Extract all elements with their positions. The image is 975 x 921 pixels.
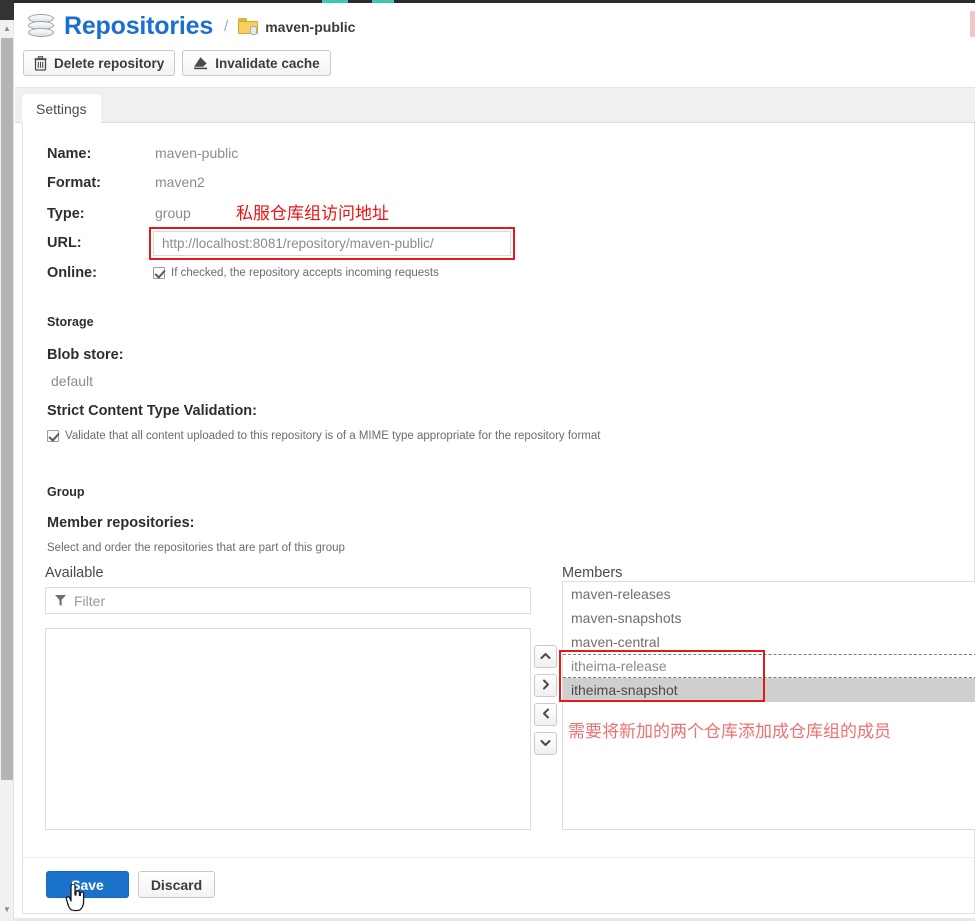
list-item[interactable]: itheima-snapshot xyxy=(563,678,975,702)
member-label: maven-central xyxy=(571,634,660,650)
folder-repository-icon xyxy=(238,18,258,35)
save-button[interactable]: Save xyxy=(46,871,129,898)
breadcrumb: Repositories / maven-public xyxy=(28,12,355,41)
form-footer: Save Discard xyxy=(23,857,974,913)
list-item[interactable]: maven-snapshots xyxy=(563,606,975,630)
field-format: Format: maven2 xyxy=(47,174,205,191)
field-url-label: URL: xyxy=(47,235,155,251)
field-type-label: Type: xyxy=(47,206,155,222)
list-item[interactable]: maven-central xyxy=(563,630,975,654)
nexus-repository-settings-screen: ▲ ▼ Repositories / maven-public xyxy=(0,0,975,921)
member-repositories-label: Member repositories: xyxy=(47,515,194,531)
trash-icon xyxy=(34,56,47,71)
eraser-icon xyxy=(193,56,208,70)
chevron-up-icon xyxy=(540,651,551,663)
member-label: maven-snapshots xyxy=(571,610,682,626)
field-online-label: Online: xyxy=(47,265,155,281)
field-name-value: maven-public xyxy=(155,145,238,161)
group-section-title: Group xyxy=(47,485,85,499)
breadcrumb-current: maven-public xyxy=(265,19,355,35)
field-url: URL: xyxy=(47,235,155,251)
field-type-value: group xyxy=(155,205,191,221)
strict-content-type-checkbox-row[interactable]: Validate that all content uploaded to th… xyxy=(47,430,600,442)
field-format-label: Format: xyxy=(47,175,155,191)
members-column-header: Members xyxy=(562,565,622,581)
chevron-left-icon xyxy=(542,708,550,722)
online-checkbox-row[interactable]: If checked, the repository accepts incom… xyxy=(153,267,439,279)
move-down-button[interactable] xyxy=(534,732,557,755)
available-column-header: Available xyxy=(45,565,104,581)
scroll-up-arrow-icon[interactable]: ▲ xyxy=(0,22,14,36)
scrollbar-dark-cap xyxy=(0,0,14,20)
online-checkbox[interactable] xyxy=(153,267,165,279)
field-format-value: maven2 xyxy=(155,174,205,190)
invalidate-cache-button[interactable]: Invalidate cache xyxy=(182,50,330,76)
settings-form-panel: Name: maven-public Format: maven2 Type: … xyxy=(22,123,975,914)
blob-store-value: default xyxy=(51,373,93,389)
filter-placeholder: Filter xyxy=(74,593,105,609)
strict-content-type-checkbox[interactable] xyxy=(47,430,59,442)
field-online: Online: xyxy=(47,265,155,281)
chevron-down-icon xyxy=(540,738,551,750)
action-buttons: Delete repository Invalidate cache xyxy=(23,50,331,76)
page-scrollbar[interactable]: ▲ ▼ xyxy=(0,0,14,921)
url-annotation-text: 私服仓库组访问地址 xyxy=(236,199,389,224)
member-label: itheima-snapshot xyxy=(571,682,678,698)
move-up-button[interactable] xyxy=(534,645,557,668)
discard-button[interactable]: Discard xyxy=(138,871,215,898)
delete-repository-label: Delete repository xyxy=(54,56,164,71)
tab-settings[interactable]: Settings xyxy=(22,94,101,123)
save-label: Save xyxy=(71,877,104,893)
page-title[interactable]: Repositories xyxy=(64,12,213,41)
available-repositories-list[interactable] xyxy=(45,628,531,830)
field-type: Type: group xyxy=(47,205,191,222)
url-value-box[interactable]: http://localhost:8081/repository/maven-p… xyxy=(153,231,511,256)
add-to-members-button[interactable] xyxy=(534,674,557,697)
invalidate-cache-label: Invalidate cache xyxy=(215,56,319,71)
page-header: Repositories / maven-public xyxy=(15,3,975,88)
strict-content-type-label: Strict Content Type Validation: xyxy=(47,403,257,419)
scrollbar-thumb[interactable] xyxy=(1,38,13,780)
scroll-down-arrow-icon[interactable]: ▼ xyxy=(0,903,14,917)
strict-content-type-checkbox-label: Validate that all content uploaded to th… xyxy=(65,430,600,442)
database-icon xyxy=(28,13,54,41)
member-label: itheima-release xyxy=(571,658,667,674)
tab-strip: Settings xyxy=(15,88,975,123)
url-value: http://localhost:8081/repository/maven-p… xyxy=(162,236,434,251)
members-annotation-text: 需要将新加的两个仓库添加成仓库组的成员 xyxy=(568,717,891,742)
transfer-buttons xyxy=(534,645,557,755)
delete-repository-button[interactable]: Delete repository xyxy=(23,50,175,76)
breadcrumb-separator: / xyxy=(224,18,228,35)
filter-input[interactable]: Filter xyxy=(45,587,531,614)
list-item[interactable]: maven-releases xyxy=(563,582,975,606)
remove-from-members-button[interactable] xyxy=(534,703,557,726)
blob-store-label: Blob store: xyxy=(47,347,124,363)
members-repositories-list[interactable]: maven-releases maven-snapshots maven-cen… xyxy=(562,581,975,830)
member-label: maven-releases xyxy=(571,586,671,602)
field-name-label: Name: xyxy=(47,146,155,162)
storage-section-title: Storage xyxy=(47,315,94,329)
online-checkbox-label: If checked, the repository accepts incom… xyxy=(171,267,439,279)
list-item[interactable]: itheima-release xyxy=(563,654,975,678)
field-name: Name: maven-public xyxy=(47,145,238,162)
edge-annotation-mark xyxy=(970,11,975,37)
discard-label: Discard xyxy=(151,877,202,893)
chevron-right-icon xyxy=(542,679,550,693)
filter-icon xyxy=(55,595,66,606)
tab-settings-label: Settings xyxy=(36,101,87,117)
member-repositories-note: Select and order the repositories that a… xyxy=(47,542,345,554)
